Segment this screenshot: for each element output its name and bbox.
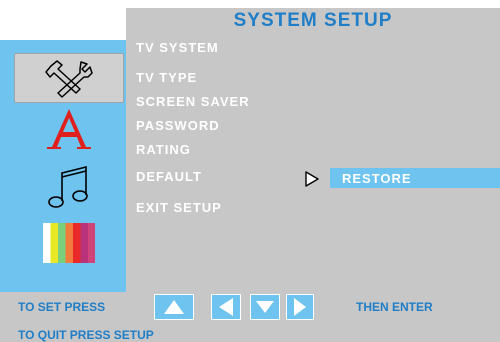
help-text-set: TO SET PRESS (18, 300, 106, 314)
color-bars-icon (43, 223, 95, 263)
menu-item-screen-saver[interactable]: SCREEN SAVER (136, 94, 250, 109)
sidebar (0, 40, 126, 292)
setup-panel: SYSTEM SETUP TV SYSTEM TV TYPE SCREEN SA… (126, 8, 500, 292)
music-note-icon (48, 165, 88, 208)
menu-item-default[interactable]: DEFAULT (136, 169, 202, 184)
right-key[interactable] (286, 294, 314, 320)
up-key[interactable] (154, 294, 194, 320)
arrow-left-icon (219, 298, 233, 316)
sidebar-item-setup[interactable] (14, 53, 124, 103)
menu-item-tv-type[interactable]: TV TYPE (136, 70, 197, 85)
submenu-option-restore[interactable]: RESTORE (330, 168, 500, 188)
help-text-quit: TO QUIT PRESS SETUP (18, 328, 154, 342)
arrow-right-icon (294, 298, 306, 316)
page-title: SYSTEM SETUP (233, 10, 393, 31)
menu-item-tv-system[interactable]: TV SYSTEM (136, 40, 219, 55)
left-key[interactable] (211, 294, 241, 320)
tools-icon (45, 60, 93, 98)
top-strip (126, 0, 500, 8)
down-key[interactable] (250, 294, 280, 320)
menu-item-exit-setup[interactable]: EXIT SETUP (136, 200, 222, 215)
menu-item-password[interactable]: PASSWORD (136, 118, 220, 133)
sidebar-item-video[interactable] (14, 220, 124, 266)
arrow-up-icon (164, 300, 184, 314)
language-icon (47, 109, 91, 149)
sidebar-item-audio[interactable] (14, 162, 124, 212)
help-text-enter: THEN ENTER (356, 300, 433, 314)
help-bar: TO SET PRESS THEN ENTER TO QUIT PRESS SE… (0, 292, 500, 342)
arrow-down-icon (256, 301, 274, 313)
menu-item-rating[interactable]: RATING (136, 142, 191, 157)
pointer-arrow-icon (305, 171, 319, 187)
sidebar-item-language[interactable] (14, 106, 124, 152)
